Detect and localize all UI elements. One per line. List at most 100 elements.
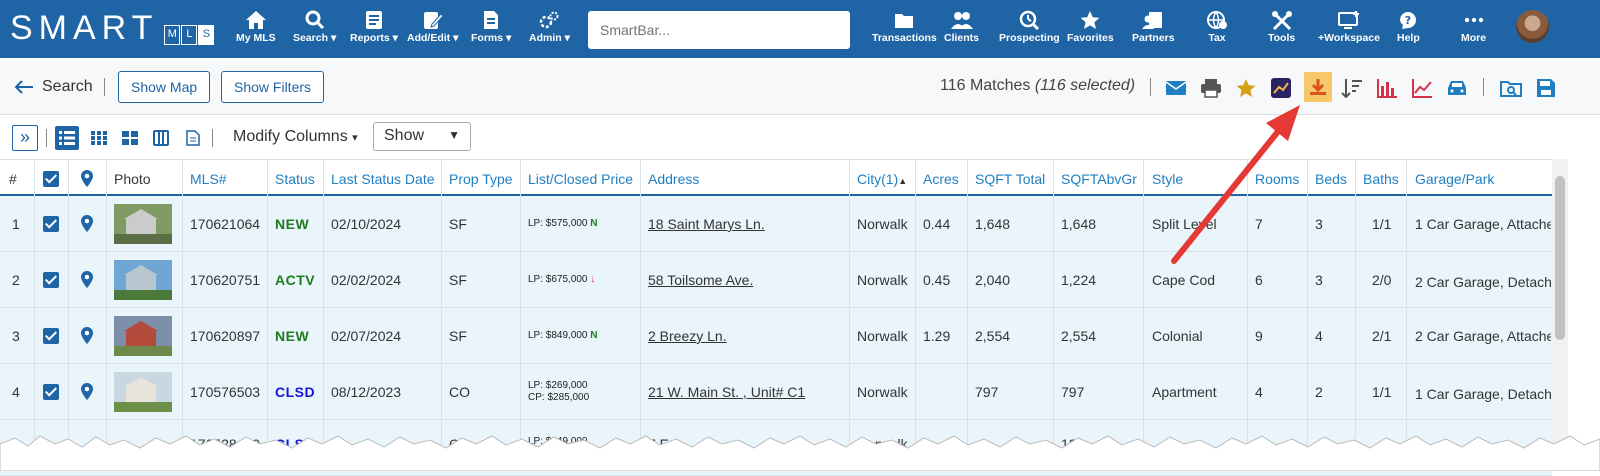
back-to-search-link[interactable]: Search [14, 78, 93, 96]
smartbar-input[interactable] [588, 11, 850, 49]
nav-partners[interactable]: Partners [1132, 10, 1175, 50]
bar-chart-icon[interactable] [1374, 75, 1400, 101]
col-prop-type[interactable]: Prop Type [449, 171, 513, 187]
price-block: LP: $675,000 ↓ [528, 274, 595, 286]
col-price[interactable]: List/Closed Price [528, 171, 633, 187]
column-divider [520, 159, 521, 471]
column-divider [915, 159, 916, 471]
nav-clients[interactable]: Clients [944, 10, 979, 50]
row-checkbox[interactable] [43, 216, 59, 232]
nav-help[interactable]: ? Help [1397, 10, 1420, 50]
nav-label: Admin [529, 32, 562, 44]
nav-tools[interactable]: Tools [1268, 10, 1295, 50]
sqft-total: 1,648 [975, 216, 1011, 232]
nav-label: More [1461, 32, 1487, 44]
results-toolbar: Search Show Map Show Filters 116 Matches… [0, 58, 1600, 115]
map-pin-icon[interactable] [81, 215, 93, 232]
col-last-status-date[interactable]: Last Status Date [331, 171, 435, 187]
listing-photo[interactable] [114, 260, 172, 300]
col-status[interactable]: Status [275, 171, 315, 187]
col-sqft-total[interactable]: SQFT Total [975, 171, 1045, 187]
trend-chart-icon[interactable] [1409, 75, 1435, 101]
listing-photo[interactable] [114, 316, 172, 356]
table-row[interactable]: 3 170620897 NEW 02/07/2024 SF LP: $849,0… [0, 308, 1552, 364]
col-num[interactable]: # [9, 171, 17, 187]
col-baths[interactable]: Baths [1363, 171, 1399, 187]
nav-my-mls[interactable]: My MLS [236, 10, 276, 50]
nav-reports[interactable]: Reports ▾ [350, 10, 398, 50]
nav-transactions[interactable]: Transactions [872, 10, 937, 50]
listing-photo[interactable] [114, 372, 172, 412]
grid-small-view-icon[interactable] [87, 126, 111, 150]
columns-view-icon[interactable] [149, 126, 173, 150]
nav-tax[interactable]: Tax [1206, 10, 1228, 50]
select-all-checkbox[interactable] [43, 171, 59, 187]
baths: 1/1 [1372, 384, 1392, 400]
help-icon: ? [1400, 12, 1417, 29]
beds: 2 [1315, 384, 1323, 400]
modify-columns-dropdown[interactable]: Modify Columns ▾ [233, 128, 358, 146]
avatar[interactable] [1516, 10, 1549, 43]
prop-type: SF [449, 328, 467, 344]
table-row[interactable]: 4 170576503 CLSD 08/12/2023 CO LP: $269,… [0, 364, 1552, 420]
col-acres[interactable]: Acres [923, 171, 959, 187]
nav-favorites[interactable]: Favorites [1067, 10, 1114, 50]
save-icon[interactable] [1533, 75, 1559, 101]
nav-label: Clients [944, 32, 980, 44]
beds: 4 [1315, 328, 1323, 344]
expand-panel-button[interactable]: » [12, 125, 38, 151]
garage: 1 Car Garage, Attache [1415, 216, 1551, 232]
logo-box-s: S [198, 25, 215, 45]
address-link[interactable]: 18 Saint Marys Ln. [648, 216, 765, 232]
garage: 2 Car Garage, Attache [1415, 328, 1551, 344]
address-link[interactable]: 2 Breezy Ln. [648, 328, 727, 344]
map-pin-icon[interactable] [81, 327, 93, 344]
address-link[interactable]: 58 Toilsome Ave. [648, 272, 753, 288]
col-city[interactable]: City(1)▲ [857, 171, 907, 187]
car-icon[interactable] [1444, 75, 1470, 101]
col-sqft-abv[interactable]: SQFTAbvGr [1061, 171, 1137, 187]
mls-number: 170620897 [190, 328, 261, 344]
nav-label: Prospecting [999, 32, 1060, 44]
folder-search-icon[interactable] [1498, 75, 1524, 101]
nav-prospecting[interactable]: Prospecting [999, 10, 1060, 50]
nav-workspace[interactable]: +Workspace [1318, 10, 1380, 50]
row-checkbox[interactable] [43, 272, 59, 288]
city: Norwalk [857, 216, 908, 232]
listing-photo[interactable] [114, 204, 172, 244]
column-divider [106, 159, 107, 471]
col-city-label: City(1) [857, 171, 899, 187]
city: Norwalk [857, 272, 908, 288]
scrollbar-thumb[interactable] [1555, 176, 1565, 340]
tools-icon [1271, 11, 1292, 30]
nav-more[interactable]: More [1461, 10, 1486, 50]
match-count: 116 Matches (116 selected) [940, 77, 1135, 95]
city: Norwalk [857, 384, 908, 400]
smart-mls-logo[interactable]: SMART M L S [10, 8, 215, 48]
list-view-icon[interactable] [55, 126, 79, 150]
show-map-button[interactable]: Show Map [118, 71, 211, 103]
sort-icon[interactable] [1339, 75, 1365, 101]
nav-add-edit[interactable]: Add/Edit ▾ [407, 10, 458, 50]
column-divider [1406, 159, 1407, 471]
last-status-date: 02/10/2024 [331, 216, 402, 232]
document-view-icon[interactable] [181, 126, 205, 150]
map-pin-icon[interactable] [81, 383, 93, 400]
nav-forms[interactable]: Forms ▾ [471, 10, 511, 50]
address-link[interactable]: 21 W. Main St. , Unit# C1 [648, 384, 805, 400]
list-price: LP: $849,000 [528, 330, 588, 341]
map-pin-icon[interactable] [81, 271, 93, 288]
price-marker: N [590, 218, 598, 229]
grid-large-view-icon[interactable] [118, 126, 142, 150]
nav-search[interactable]: Search ▾ [293, 10, 336, 50]
row-checkbox[interactable] [43, 384, 59, 400]
status-badge: ACTV [275, 272, 316, 288]
show-select[interactable]: Show ▼ [373, 122, 471, 151]
show-filters-button[interactable]: Show Filters [221, 71, 325, 103]
col-garage[interactable]: Garage/Park [1415, 171, 1494, 187]
row-checkbox[interactable] [43, 328, 59, 344]
column-divider [182, 159, 183, 471]
col-address[interactable]: Address [648, 171, 699, 187]
nav-admin[interactable]: Admin ▾ [529, 10, 570, 50]
col-mls[interactable]: MLS# [190, 171, 227, 187]
